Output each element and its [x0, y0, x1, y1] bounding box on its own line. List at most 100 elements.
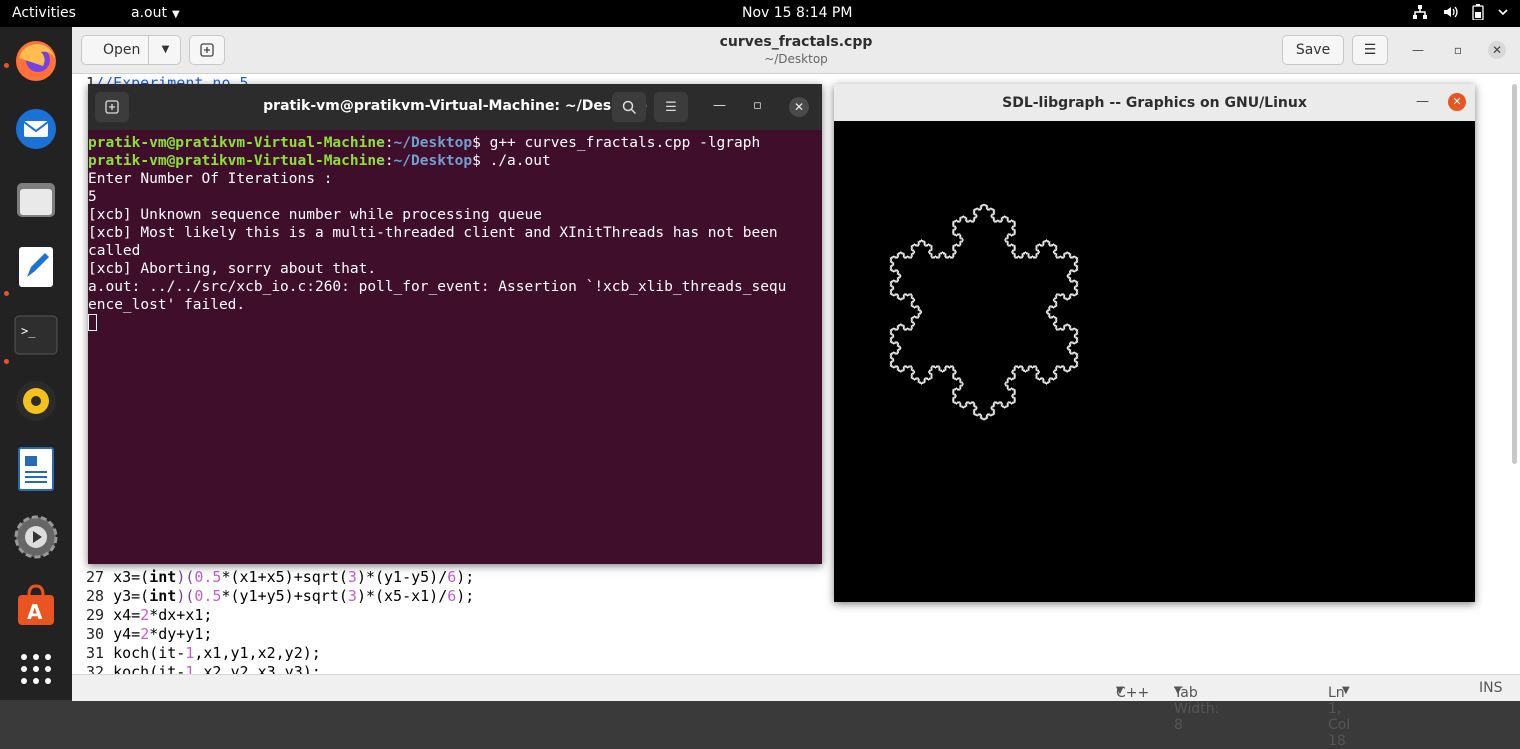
thunderbird-icon[interactable]: [12, 105, 60, 153]
terminal-line: [xcb] Most likely this is a multi-thread…: [88, 225, 778, 241]
network-icon: [1412, 4, 1428, 24]
volume-icon: [1442, 4, 1458, 24]
code-line: 32 koch(it-1,x2,y2,x3,y3);: [86, 663, 321, 674]
scrollbar[interactable]: [1512, 84, 1517, 464]
code-number: 2: [140, 606, 150, 624]
terminal-output[interactable]: pratik-vm@pratikvm-Virtual-Machine:~/Des…: [88, 134, 813, 332]
code-text: *(x1+x5)+sqrt(: [221, 568, 348, 586]
prompt-user: pratik-vm@pratikvm-Virtual-Machine: [88, 153, 385, 169]
text-cursor: [88, 314, 97, 331]
line-number: 28: [86, 587, 105, 605]
dock: >_ A: [0, 27, 72, 700]
header-bar: Open ▼ curves_fractals.cpp ~/Desktop Sav…: [72, 27, 1520, 74]
graphics-title: SDL-libgraph -- Graphics on GNU/Linux: [1002, 95, 1307, 111]
insert-mode: INS: [1479, 680, 1503, 696]
minimize-button[interactable]: —: [713, 98, 726, 113]
power-menu-icon: [1498, 4, 1508, 24]
code-text: ,x1,y1,x2,y2);: [194, 644, 321, 662]
firefox-icon[interactable]: [12, 37, 60, 85]
terminal-line: ence_lost' failed.: [88, 297, 246, 313]
app-menu-label: a.out: [131, 5, 167, 21]
code-text: )(: [176, 587, 195, 605]
code-text: x3=(: [113, 568, 150, 586]
code-text: *dy+y1;: [149, 625, 213, 643]
code-text: ,x2,y2,x3,y3);: [194, 663, 321, 674]
graphics-header: SDL-libgraph -- Graphics on GNU/Linux — …: [834, 84, 1475, 121]
code-line: 27 x3=(int)(0.5*(x1+x5)+sqrt(3)*(y1-y5)/…: [86, 568, 474, 587]
settings-icon[interactable]: [12, 513, 60, 561]
code-line: 30 y4=2*dy+y1;: [86, 625, 212, 644]
close-button[interactable]: ✕: [1488, 41, 1506, 59]
code-text: );: [456, 587, 475, 605]
activities-button[interactable]: Activities: [12, 5, 76, 21]
close-button[interactable]: ✕: [789, 97, 809, 117]
libreoffice-writer-icon[interactable]: [12, 445, 60, 493]
code-text: y3=(: [113, 587, 150, 605]
hamburger-menu-icon: ☰: [665, 99, 677, 115]
code-text: *(y1+y5)+sqrt(: [221, 587, 348, 605]
code-keyword: int: [149, 587, 177, 605]
system-tray[interactable]: [1412, 4, 1508, 24]
line-number: 30: [86, 625, 105, 643]
line-number: 27: [86, 568, 105, 586]
terminal-line: Enter Number Of Iterations :: [88, 171, 333, 187]
command-text: $ g++ curves_fractals.cpp -lgraph: [472, 135, 761, 151]
minimize-button[interactable]: —: [1416, 94, 1429, 109]
code-line: 31 koch(it-1,x1,y1,x2,y2);: [86, 644, 321, 663]
code-number: 0.5: [194, 587, 222, 605]
code-number: 2: [140, 625, 150, 643]
rhythmbox-icon[interactable]: [12, 377, 60, 425]
line-number: 29: [86, 606, 105, 624]
code-text: koch(it-: [113, 663, 186, 674]
chevron-down-icon: ▼: [171, 9, 180, 20]
code-keyword: int: [149, 568, 177, 586]
terminal-line: called: [88, 243, 141, 259]
clock[interactable]: Nov 15 8:14 PM: [742, 5, 852, 21]
terminal-line: 5: [88, 189, 97, 205]
code-text: )(: [176, 568, 195, 586]
code-number: 6: [447, 568, 457, 586]
software-center-icon[interactable]: A: [12, 581, 60, 629]
running-indicator: [4, 359, 9, 364]
code-number: 3: [347, 568, 357, 586]
minimize-button[interactable]: —: [1409, 41, 1427, 59]
prompt-path: ~/Desktop: [393, 135, 473, 151]
chevron-down-icon: ▼: [1342, 685, 1350, 696]
terminal-line: pratik-vm@pratikvm-Virtual-Machine:~/Des…: [88, 135, 761, 151]
terminal-line: a.out: ../../src/xcb_io.c:260: poll_for_…: [88, 279, 787, 295]
chevron-down-icon: ▼: [1174, 685, 1182, 696]
terminal-title: pratik-vm@pratikvm-Virtual-Machine: ~/De…: [263, 98, 647, 114]
chevron-down-icon: ▼: [1116, 685, 1124, 696]
koch-snowflake: [889, 203, 1079, 422]
code-number: 3: [347, 587, 357, 605]
app-menu[interactable]: a.out ▼: [131, 5, 180, 21]
terminal-line: [88, 314, 813, 332]
terminal-line: [xcb] Aborting, sorry about that.: [88, 261, 377, 277]
scrollbar[interactable]: [814, 134, 820, 560]
svg-text:>_: >_: [21, 324, 36, 338]
close-button[interactable]: ✕: [1448, 93, 1466, 111]
menu-button[interactable]: ☰: [1352, 35, 1388, 65]
files-icon[interactable]: [12, 175, 60, 223]
menu-button[interactable]: ☰: [654, 92, 688, 122]
save-button[interactable]: Save: [1282, 35, 1344, 65]
terminal-line: pratik-vm@pratikvm-Virtual-Machine:~/Des…: [88, 153, 551, 169]
text-editor-icon[interactable]: [12, 243, 60, 291]
prompt-user: pratik-vm@pratikvm-Virtual-Machine: [88, 135, 385, 151]
terminal-icon[interactable]: >_: [12, 311, 60, 359]
show-apps-icon[interactable]: [12, 645, 60, 693]
prompt-path: ~/Desktop: [393, 153, 473, 169]
line-number: 32: [86, 663, 105, 674]
code-number: 0.5: [194, 568, 222, 586]
code-line: 29 x4=2*dx+x1;: [86, 606, 212, 625]
search-icon: [622, 100, 636, 114]
maximize-button[interactable]: ▫: [1449, 41, 1467, 59]
command-text: $ ./a.out: [472, 153, 551, 169]
maximize-button[interactable]: ▫: [753, 98, 762, 113]
fractal-canvas: [889, 203, 1079, 422]
code-line: 28 y3=(int)(0.5*(y1+y5)+sqrt(3)*(x5-x1)/…: [86, 587, 474, 606]
svg-text:A: A: [27, 600, 43, 624]
code-text: y4=: [113, 625, 141, 643]
code-text: );: [456, 568, 475, 586]
search-button[interactable]: [612, 92, 646, 122]
